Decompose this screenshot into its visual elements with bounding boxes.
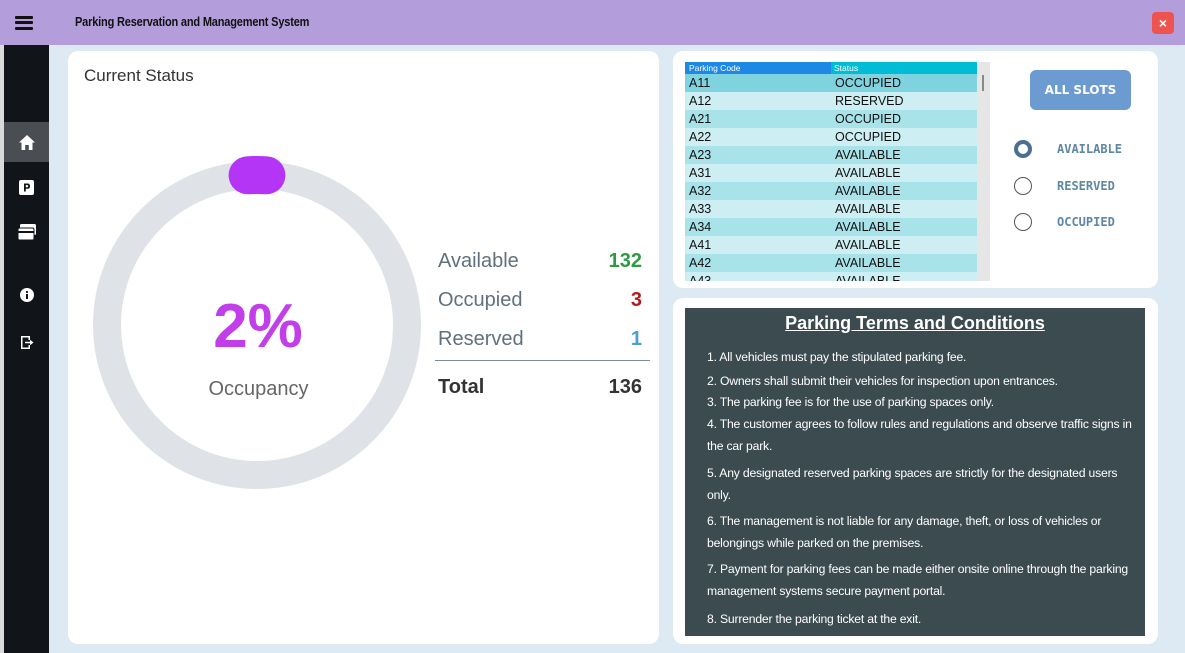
- close-button[interactable]: ×: [1152, 12, 1174, 34]
- cell-parking-code: A42: [689, 256, 712, 270]
- term-item: 7. Payment for parking fees can be made …: [707, 562, 1128, 598]
- cell-status: OCCUPIED: [835, 130, 901, 144]
- table-row[interactable]: A43 AVAILABLE: [685, 272, 977, 281]
- table-row[interactable]: A31 AVAILABLE: [685, 164, 977, 182]
- table-row[interactable]: A33 AVAILABLE: [685, 200, 977, 218]
- table-row[interactable]: A22 OCCUPIED: [685, 128, 977, 146]
- stat-label: Occupied: [438, 289, 523, 311]
- terms-title: Parking Terms and Conditions: [785, 313, 1045, 333]
- stat-value: 132: [608, 250, 642, 272]
- info-icon: [19, 288, 34, 302]
- stat-label: Reserved: [438, 328, 524, 350]
- menu-button[interactable]: [0, 0, 48, 45]
- cell-status: OCCUPIED: [835, 112, 901, 126]
- cell-status: AVAILABLE: [835, 184, 901, 198]
- cell-parking-code: A32: [689, 184, 712, 198]
- table-row[interactable]: A23 AVAILABLE: [685, 146, 977, 164]
- stat-value: 1: [630, 328, 642, 350]
- cell-parking-code: A33: [689, 202, 712, 216]
- sidebar-item-parking[interactable]: [4, 167, 49, 207]
- occupancy-percent: 2%: [213, 292, 303, 361]
- cell-status: RESERVED: [835, 94, 904, 108]
- table-row[interactable]: A41 AVAILABLE: [685, 236, 977, 254]
- sidebar-item-info[interactable]: [4, 275, 49, 315]
- home-icon: [18, 134, 35, 150]
- cell-status: AVAILABLE: [835, 202, 901, 216]
- term-item: 8. Surrender the parking ticket at the e…: [707, 612, 922, 626]
- term-item: 6. The management is not liable for any …: [707, 514, 1102, 550]
- parking-icon: [19, 179, 34, 195]
- column-header-code[interactable]: Parking Code: [689, 62, 741, 74]
- sidebar-item-home[interactable]: [4, 122, 49, 162]
- title-bar: Parking Reservation and Management Syste…: [0, 0, 1185, 45]
- radio-label: AVAILABLE: [1057, 142, 1123, 156]
- stat-value: 136: [608, 376, 642, 398]
- radio-circle: [1014, 213, 1032, 231]
- cell-parking-code: A21: [689, 112, 712, 126]
- term-item: 2. Owners shall submit their vehicles fo…: [707, 374, 1058, 388]
- cell-status: AVAILABLE: [835, 274, 901, 281]
- cell-status: AVAILABLE: [835, 220, 901, 234]
- cell-parking-code: A41: [689, 238, 712, 252]
- cell-status: OCCUPIED: [835, 76, 901, 90]
- hamburger-icon: [15, 15, 33, 30]
- stat-value: 3: [630, 289, 642, 311]
- filter-reserved-radio[interactable]: RESERVED: [1014, 175, 1134, 197]
- radio-circle: [1014, 177, 1032, 195]
- cell-status: AVAILABLE: [835, 166, 901, 180]
- cell-status: AVAILABLE: [835, 238, 901, 252]
- radio-circle: [1014, 140, 1032, 158]
- radio-label: OCCUPIED: [1057, 215, 1115, 229]
- stat-label: Available: [438, 250, 519, 272]
- cell-parking-code: A43: [689, 274, 712, 281]
- cell-parking-code: A31: [689, 166, 712, 180]
- term-item: 4. The customer agrees to follow rules a…: [707, 417, 1132, 453]
- card-icon: [17, 224, 36, 240]
- term-item: 1. All vehicles must pay the stipulated …: [707, 350, 967, 364]
- cell-status: AVAILABLE: [835, 256, 901, 270]
- window-title: Parking Reservation and Management Syste…: [75, 15, 310, 29]
- cell-parking-code: A12: [689, 94, 712, 108]
- stat-available: Available 132: [438, 250, 650, 280]
- table-row[interactable]: A21 OCCUPIED: [685, 110, 977, 128]
- current-status-panel: Current Status 2% Occupancy Available 13…: [68, 51, 659, 644]
- divider: [435, 360, 650, 361]
- cell-parking-code: A11: [689, 76, 711, 90]
- sidebar-item-payment[interactable]: [4, 212, 49, 252]
- cell-parking-code: A22: [689, 130, 712, 144]
- table-row[interactable]: A12 RESERVED: [685, 92, 977, 110]
- sidebar-item-logout[interactable]: [4, 322, 49, 362]
- stat-label: Total: [438, 376, 485, 398]
- term-item: 5. Any designated reserved parking space…: [707, 466, 1118, 502]
- parking-slots-panel: Parking Code Status A11 OCCUPIED A12 RESERV…: [673, 51, 1158, 288]
- cell-parking-code: A23: [689, 148, 712, 162]
- table-row[interactable]: A42 AVAILABLE: [685, 254, 977, 272]
- scroll-thumb[interactable]: [982, 75, 984, 91]
- cell-status: AVAILABLE: [835, 148, 901, 162]
- stat-reserved: Reserved 1: [438, 328, 650, 358]
- stat-occupied: Occupied 3: [438, 289, 650, 319]
- column-header-status[interactable]: Status: [831, 62, 977, 74]
- slots-table[interactable]: Parking Code Status A11 OCCUPIED A12 RESERV…: [685, 62, 990, 281]
- table-row[interactable]: A11 OCCUPIED: [685, 74, 977, 92]
- occupancy-label: Occupancy: [208, 378, 309, 400]
- filter-available-radio[interactable]: AVAILABLE: [1014, 138, 1134, 160]
- terms-box: Parking Terms and Conditions 1. All vehi…: [685, 308, 1145, 636]
- table-row[interactable]: A32 AVAILABLE: [685, 182, 977, 200]
- cell-parking-code: A34: [689, 220, 712, 234]
- term-item: 3. The parking fee is for the use of par…: [707, 395, 994, 409]
- radio-label: RESERVED: [1057, 179, 1115, 193]
- stat-total: Total 136: [438, 376, 650, 399]
- filter-occupied-radio[interactable]: OCCUPIED: [1014, 211, 1134, 233]
- table-scrollbar[interactable]: [977, 62, 990, 281]
- sidebar: [0, 45, 49, 653]
- table-row[interactable]: A34 AVAILABLE: [685, 218, 977, 236]
- table-header: Parking Code Status: [685, 62, 977, 74]
- exit-icon: [20, 335, 33, 349]
- terms-panel: Parking Terms and Conditions 1. All vehi…: [673, 298, 1158, 644]
- all-slots-button[interactable]: ALL SLOTS: [1030, 70, 1131, 110]
